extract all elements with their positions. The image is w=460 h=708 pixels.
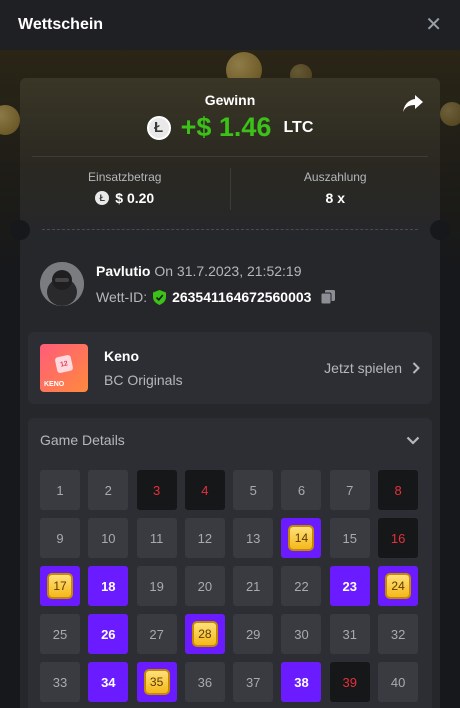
keno-cell-13: 13 — [233, 518, 274, 558]
keno-cell-20: 20 — [184, 566, 225, 606]
chevron-right-icon — [412, 362, 420, 374]
keno-cell-23: 23 — [329, 566, 370, 606]
bet-details-card: Pavlutio On 31.7.2023, 21:52:19 Wett-ID:… — [20, 238, 440, 708]
keno-cell-24: 24 — [378, 566, 419, 606]
game-thumbnail[interactable]: 12 KENO — [40, 344, 88, 392]
keno-cell-30: 30 — [281, 614, 322, 654]
win-label: Gewinn — [204, 92, 256, 108]
keno-cell-34: 34 — [88, 662, 129, 702]
keno-cell-12: 12 — [184, 518, 225, 558]
keno-cell-32: 32 — [378, 614, 419, 654]
game-details-panel: Game Details 1 2 3 4 5 6 7 8 9 10 11 12 13 14 15 16 17 18… — [28, 418, 432, 708]
win-currency: LTC — [283, 118, 314, 136]
modal-header: Wettschein ✕ — [0, 0, 460, 50]
keno-cell-25: 25 — [40, 614, 80, 654]
keno-cell-10: 10 — [88, 518, 129, 558]
keno-cell-1: 1 — [40, 470, 80, 510]
bet-id-label: Wett-ID: — [96, 289, 148, 305]
thumbnail-label: KENO — [44, 381, 65, 388]
user-info: Pavlutio On 31.7.2023, 21:52:19 Wett-ID:… — [96, 263, 336, 305]
copy-icon[interactable] — [321, 290, 336, 304]
keno-cell-28: 28 — [184, 614, 225, 654]
keno-cell-14: 14 — [281, 518, 322, 558]
keno-cell-8: 8 — [378, 470, 419, 510]
win-amount: +$ 1.46 — [180, 112, 272, 142]
keno-cell-16: 16 — [378, 518, 419, 558]
keno-cell-9: 9 — [40, 518, 80, 558]
keno-cell-38: 38 — [281, 662, 322, 702]
divider — [32, 156, 428, 157]
close-icon[interactable]: ✕ — [425, 15, 442, 35]
keno-cell-39: 39 — [329, 662, 370, 702]
litecoin-icon: Ł — [95, 191, 110, 205]
keno-cell-11: 11 — [136, 518, 177, 558]
win-amount-row: Ł +$ 1.46 LTC — [20, 112, 440, 143]
keno-cell-26: 26 — [88, 614, 129, 654]
keno-cell-6: 6 — [281, 470, 322, 510]
ticket-notch-left — [10, 220, 30, 240]
payout-value: 8 x — [325, 190, 345, 206]
keno-cell-2: 2 — [88, 470, 129, 510]
hit-gem-icon: 35 — [143, 669, 170, 695]
keno-cell-19: 19 — [136, 566, 177, 606]
bet-id: 263541164672560003 — [172, 289, 312, 305]
bet-stats: Einsatzbetrag Ł $ 0.20 Auszahlung 8 x — [20, 164, 440, 214]
litecoin-icon: Ł — [146, 115, 171, 140]
hit-gem-icon: 24 — [385, 573, 412, 599]
keno-cell-22: 22 — [281, 566, 322, 606]
keno-cell-7: 7 — [329, 470, 370, 510]
hit-gem-icon: 14 — [288, 525, 315, 551]
keno-cell-33: 33 — [40, 662, 80, 702]
avatar-image — [40, 262, 84, 306]
verified-shield-icon — [153, 289, 167, 305]
payout-stat: Auszahlung 8 x — [231, 164, 441, 214]
play-now-label: Jetzt spielen — [324, 360, 402, 376]
keno-cell-17: 17 — [40, 566, 80, 606]
keno-board: 1 2 3 4 5 6 7 8 9 10 11 12 13 14 15 16 17 18 19 20 21 22 23 24 2… — [40, 470, 419, 702]
username[interactable]: Pavlutio — [96, 263, 150, 279]
game-provider: BC Originals — [104, 372, 183, 388]
keno-cell-21: 21 — [233, 566, 274, 606]
hit-gem-icon: 17 — [47, 573, 73, 599]
ticket-divider — [42, 229, 418, 230]
keno-cell-36: 36 — [184, 662, 225, 702]
game-row[interactable]: 12 KENO Keno BC Originals Jetzt spielen — [28, 332, 432, 404]
keno-cell-29: 29 — [233, 614, 274, 654]
payout-label: Auszahlung — [303, 170, 367, 184]
ticket-notch-right — [430, 220, 450, 240]
stake-stat: Einsatzbetrag Ł $ 0.20 — [20, 164, 230, 214]
stake-label: Einsatzbetrag — [88, 170, 162, 184]
keno-cell-3: 3 — [136, 470, 177, 510]
keno-cell-5: 5 — [233, 470, 274, 510]
game-details-title: Game Details — [40, 432, 125, 448]
hit-gem-icon: 28 — [191, 621, 218, 647]
keno-cell-31: 31 — [329, 614, 370, 654]
share-icon[interactable] — [402, 94, 424, 114]
play-now-link[interactable]: Jetzt spielen — [324, 360, 420, 376]
keno-cell-15: 15 — [329, 518, 370, 558]
keno-cell-27: 27 — [136, 614, 177, 654]
stake-value: $ 0.20 — [115, 190, 155, 206]
keno-cell-35: 35 — [136, 662, 177, 702]
avatar[interactable] — [40, 262, 84, 306]
keno-cell-18: 18 — [88, 566, 129, 606]
bet-date: On 31.7.2023, 21:52:19 — [154, 263, 302, 279]
chevron-down-icon[interactable] — [406, 436, 420, 445]
keno-cell-37: 37 — [233, 662, 274, 702]
modal-title: Wettschein — [18, 16, 104, 33]
game-details-header[interactable]: Game Details — [40, 432, 420, 448]
keno-cell-40: 40 — [378, 662, 419, 702]
user-row: Pavlutio On 31.7.2023, 21:52:19 Wett-ID:… — [40, 262, 336, 306]
keno-cell-4: 4 — [184, 470, 225, 510]
win-card: Gewinn Ł +$ 1.46 LTC Einsatzbetrag Ł $ 0… — [20, 78, 440, 238]
game-name: Keno — [104, 348, 139, 364]
keno-tile: 12 — [54, 354, 74, 374]
